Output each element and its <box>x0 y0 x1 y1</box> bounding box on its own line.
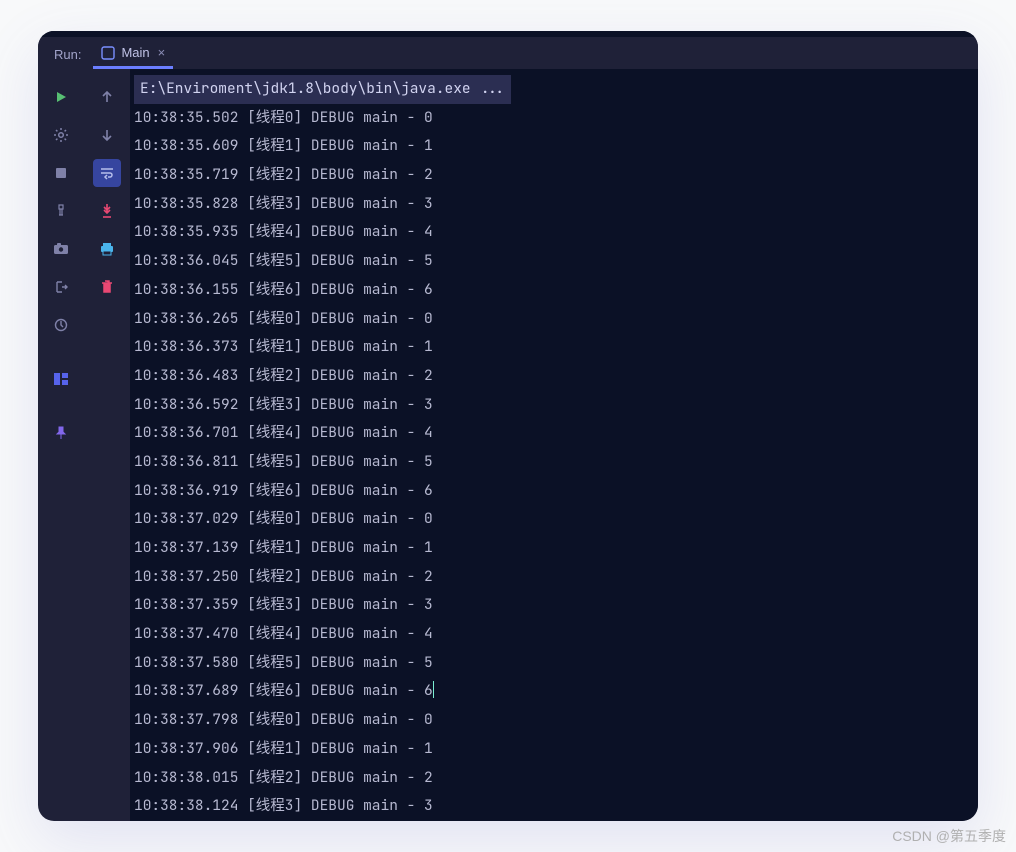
camera-icon[interactable] <box>47 235 75 263</box>
watermark: CSDN @第五季度 <box>892 826 1006 846</box>
run-label: Run: <box>50 43 83 66</box>
attach-icon[interactable] <box>47 197 75 225</box>
console-line: 10:38:37.798 [线程0] DEBUG main - 0 <box>130 706 978 735</box>
delete-icon[interactable] <box>93 273 121 301</box>
console-line: 10:38:35.828 [线程3] DEBUG main - 3 <box>130 190 978 219</box>
console-line: 10:38:35.609 [线程1] DEBUG main - 1 <box>130 132 978 161</box>
scroll-up-icon[interactable] <box>93 83 121 111</box>
console-line: 10:38:35.935 [线程4] DEBUG main - 4 <box>130 218 978 247</box>
run-toolbar-middle <box>84 69 130 821</box>
console-line: 10:38:36.373 [线程1] DEBUG main - 1 <box>130 333 978 362</box>
exit-icon[interactable] <box>47 273 75 301</box>
scroll-end-icon[interactable] <box>93 197 121 225</box>
console-line: 10:38:36.265 [线程0] DEBUG main - 0 <box>130 305 978 334</box>
console-output[interactable]: E:\Enviroment\jdk1.8\body\bin\java.exe .… <box>130 69 978 821</box>
console-command: E:\Enviroment\jdk1.8\body\bin\java.exe .… <box>134 75 511 104</box>
tab-label: Main <box>121 45 149 60</box>
console-line: 10:38:37.470 [线程4] DEBUG main - 4 <box>130 620 978 649</box>
run-config-icon <box>101 46 115 60</box>
soft-wrap-icon[interactable] <box>93 159 121 187</box>
console-line: 10:38:38.124 [线程3] DEBUG main - 3 <box>130 792 978 821</box>
run-body: E:\Enviroment\jdk1.8\body\bin\java.exe .… <box>38 69 978 821</box>
console-line: 10:38:37.139 [线程1] DEBUG main - 1 <box>130 534 978 563</box>
console-line: 10:38:37.689 [线程6] DEBUG main - 6 <box>130 677 978 706</box>
console-line: 10:38:36.045 [线程5] DEBUG main - 5 <box>130 247 978 276</box>
console-line: 10:38:36.483 [线程2] DEBUG main - 2 <box>130 362 978 391</box>
code-peek <box>38 31 978 37</box>
profile-icon[interactable] <box>47 311 75 339</box>
console-line: 10:38:37.580 [线程5] DEBUG main - 5 <box>130 649 978 678</box>
tab-main[interactable]: Main × <box>93 39 173 69</box>
print-icon[interactable] <box>93 235 121 263</box>
console-line: 10:38:35.502 [线程0] DEBUG main - 0 <box>130 104 978 133</box>
console-line: 10:38:37.250 [线程2] DEBUG main - 2 <box>130 563 978 592</box>
stop-icon[interactable] <box>47 159 75 187</box>
ide-window: Run: Main × <box>38 31 978 821</box>
console-line: 10:38:36.811 [线程5] DEBUG main - 5 <box>130 448 978 477</box>
console-line: 10:38:37.359 [线程3] DEBUG main - 3 <box>130 591 978 620</box>
console-line: 10:38:37.029 [线程0] DEBUG main - 0 <box>130 505 978 534</box>
console-line: 10:38:36.701 [线程4] DEBUG main - 4 <box>130 419 978 448</box>
console-line: 10:38:37.906 [线程1] DEBUG main - 1 <box>130 735 978 764</box>
scroll-down-icon[interactable] <box>93 121 121 149</box>
pin-icon[interactable] <box>47 419 75 447</box>
console-line: 10:38:35.719 [线程2] DEBUG main - 2 <box>130 161 978 190</box>
layout-icon[interactable] <box>47 365 75 393</box>
rerun-icon[interactable] <box>47 83 75 111</box>
console-line: 10:38:36.592 [线程3] DEBUG main - 3 <box>130 391 978 420</box>
console-line: 10:38:36.919 [线程6] DEBUG main - 6 <box>130 477 978 506</box>
console-line: 10:38:38.015 [线程2] DEBUG main - 2 <box>130 764 978 793</box>
settings-icon[interactable] <box>47 121 75 149</box>
close-icon[interactable]: × <box>158 45 166 60</box>
console-line: 10:38:36.155 [线程6] DEBUG main - 6 <box>130 276 978 305</box>
run-toolbar-left <box>38 69 84 821</box>
